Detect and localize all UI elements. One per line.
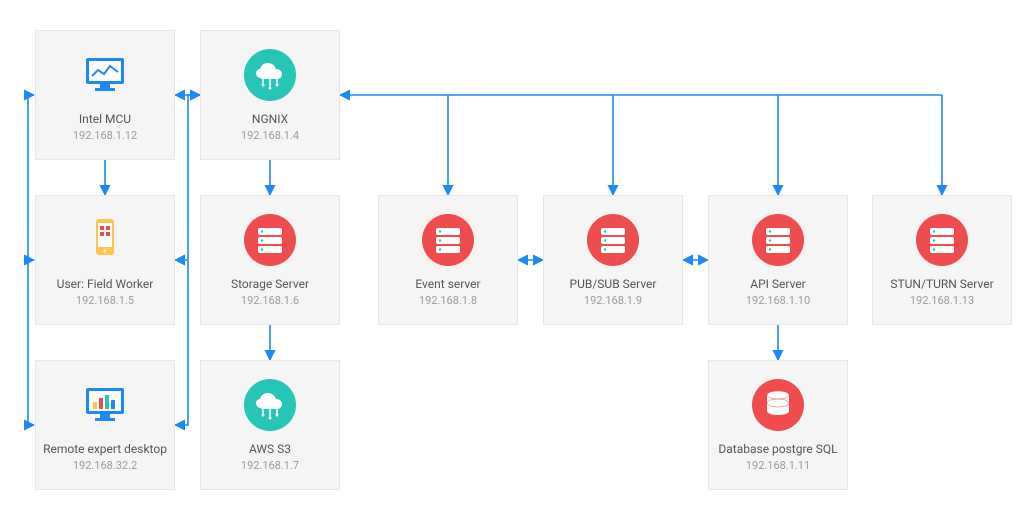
server-icon [751,213,805,267]
node-title: NGNIX [246,112,294,128]
monitor-bars-icon [78,378,132,432]
monitor-chart-icon [78,48,132,102]
server-icon [586,213,640,267]
node-title: AWS S3 [243,442,297,458]
node-field-worker[interactable]: User: Field Worker 192.168.1.5 [35,195,175,325]
node-ip: 192.168.32.2 [73,459,137,472]
node-pubsub-server[interactable]: PUB/SUB Server 192.168.1.9 [543,195,683,325]
node-storage-server[interactable]: Storage Server 192.168.1.6 [200,195,340,325]
node-nginx[interactable]: NGNIX 192.168.1.4 [200,30,340,160]
server-icon [915,213,969,267]
node-title: Event server [409,277,486,293]
node-api-server[interactable]: API Server 192.168.1.10 [708,195,848,325]
database-icon [751,378,805,432]
node-ip: 192.168.1.8 [419,294,477,307]
node-title: Remote expert desktop [37,442,173,458]
server-icon [421,213,475,267]
node-ip: 192.168.1.11 [746,459,810,472]
node-title: Storage Server [225,277,315,293]
node-ip: 192.168.1.7 [241,459,299,472]
node-ip: 192.168.1.12 [73,129,137,142]
node-remote-desktop[interactable]: Remote expert desktop 192.168.32.2 [35,360,175,490]
node-title: STUN/TURN Server [884,277,999,293]
phone-icon [78,213,132,267]
node-title: API Server [744,277,811,293]
node-aws-s3[interactable]: AWS S3 192.168.1.7 [200,360,340,490]
node-title: Database postgre SQL [712,442,843,458]
cloud-icon [243,48,297,102]
node-intel-mcu[interactable]: Intel MCU 192.168.1.12 [35,30,175,160]
node-stun-server[interactable]: STUN/TURN Server 192.168.1.13 [872,195,1012,325]
node-title: User: Field Worker [51,277,160,293]
node-ip: 192.168.1.10 [746,294,810,307]
node-ip: 192.168.1.4 [241,129,299,142]
cloud-icon [243,378,297,432]
node-database[interactable]: Database postgre SQL 192.168.1.11 [708,360,848,490]
node-ip: 192.168.1.13 [910,294,974,307]
node-ip: 192.168.1.9 [584,294,642,307]
node-ip: 192.168.1.5 [76,294,134,307]
node-event-server[interactable]: Event server 192.168.1.8 [378,195,518,325]
node-title: Intel MCU [73,112,137,128]
node-title: PUB/SUB Server [564,277,663,293]
server-icon [243,213,297,267]
node-ip: 192.168.1.6 [241,294,299,307]
